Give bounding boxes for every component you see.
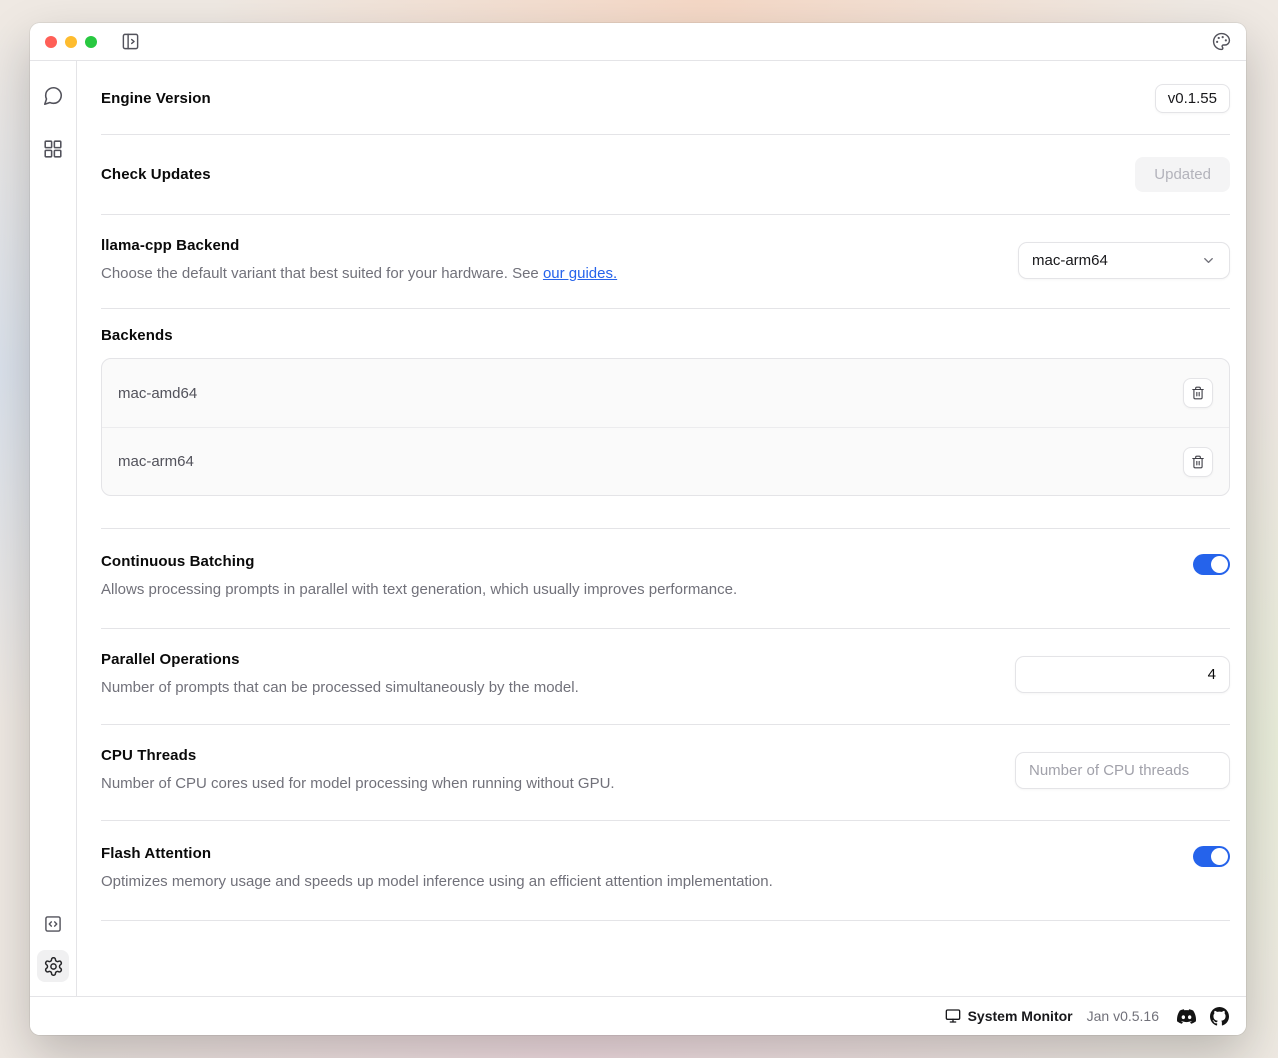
delete-backend-button[interactable]: [1183, 447, 1213, 477]
continuous-batching-toggle[interactable]: [1193, 554, 1230, 575]
system-monitor-button[interactable]: System Monitor: [945, 1008, 1073, 1024]
backends-section: Backends mac-amd64 mac-arm64: [101, 309, 1230, 529]
continuous-batching-row: Continuous Batching Allows processing pr…: [101, 529, 1230, 629]
zoom-window-button[interactable]: [85, 36, 97, 48]
sidebar: [30, 61, 77, 996]
settings-panel: Engine Version v0.1.55 Check Updates Upd…: [77, 61, 1246, 996]
flash-attention-label: Flash Attention: [101, 845, 1169, 862]
parallel-operations-description: Number of prompts that can be processed …: [101, 677, 991, 698]
trash-icon: [1191, 455, 1205, 469]
engine-version-label: Engine Version: [101, 90, 1131, 107]
footer: System Monitor Jan v0.5.16: [30, 996, 1246, 1035]
grid-icon: [42, 138, 64, 160]
trash-icon: [1191, 386, 1205, 400]
sidebar-bottom: [37, 908, 69, 982]
backend-list-item: mac-arm64: [102, 427, 1229, 495]
palette-icon[interactable]: [1212, 32, 1231, 51]
close-window-button[interactable]: [45, 36, 57, 48]
delete-backend-button[interactable]: [1183, 378, 1213, 408]
flash-attention-toggle[interactable]: [1193, 846, 1230, 867]
sidebar-top: [37, 80, 69, 165]
flash-attention-row: Flash Attention Optimizes memory usage a…: [101, 821, 1230, 921]
code-square-icon: [43, 914, 63, 934]
sidebar-item-local-api-server[interactable]: [37, 908, 69, 940]
backend-item-name: mac-arm64: [118, 453, 194, 470]
github-icon[interactable]: [1210, 1007, 1229, 1026]
backends-list: mac-amd64 mac-arm64: [101, 358, 1230, 496]
app-body: Engine Version v0.1.55 Check Updates Upd…: [30, 61, 1246, 996]
titlebar: [30, 23, 1246, 61]
system-monitor-label: System Monitor: [968, 1008, 1073, 1024]
continuous-batching-label: Continuous Batching: [101, 553, 1169, 570]
app-version: Jan v0.5.16: [1087, 1008, 1159, 1024]
backend-list-item: mac-amd64: [102, 359, 1229, 427]
sidebar-item-chat[interactable]: [37, 80, 69, 112]
backend-select-value: mac-arm64: [1032, 252, 1108, 269]
cpu-threads-input[interactable]: [1015, 752, 1230, 789]
backend-select[interactable]: mac-arm64: [1018, 242, 1230, 279]
panel-left-toggle-icon[interactable]: [121, 32, 140, 51]
sidebar-item-settings[interactable]: [37, 950, 69, 982]
cpu-threads-description: Number of CPU cores used for model proce…: [101, 773, 991, 794]
backend-item-name: mac-amd64: [118, 385, 197, 402]
minimize-window-button[interactable]: [65, 36, 77, 48]
llamacpp-backend-description-text: Choose the default variant that best sui…: [101, 265, 543, 282]
app-window: Engine Version v0.1.55 Check Updates Upd…: [30, 23, 1246, 1035]
our-guides-link[interactable]: our guides.: [543, 265, 617, 282]
traffic-lights: [45, 36, 97, 48]
parallel-operations-row: Parallel Operations Number of prompts th…: [101, 629, 1230, 725]
cpu-threads-row: CPU Threads Number of CPU cores used for…: [101, 725, 1230, 821]
llamacpp-backend-label: llama-cpp Backend: [101, 237, 994, 254]
engine-version-row: Engine Version v0.1.55: [101, 61, 1230, 135]
engine-version-badge: v0.1.55: [1155, 84, 1230, 113]
gear-icon: [43, 956, 64, 977]
updated-button[interactable]: Updated: [1135, 157, 1230, 192]
monitor-icon: [945, 1008, 961, 1024]
cpu-threads-label: CPU Threads: [101, 747, 991, 764]
check-updates-row: Check Updates Updated: [101, 135, 1230, 215]
toggle-knob: [1211, 556, 1228, 573]
sidebar-item-hub[interactable]: [37, 133, 69, 165]
chat-bubble-icon: [42, 85, 64, 107]
discord-icon[interactable]: [1177, 1007, 1196, 1026]
flash-attention-description: Optimizes memory usage and speeds up mod…: [101, 871, 1169, 892]
backends-label: Backends: [101, 327, 1230, 344]
parallel-operations-input[interactable]: [1015, 656, 1230, 693]
chevron-down-icon: [1201, 253, 1216, 268]
llamacpp-backend-row: llama-cpp Backend Choose the default var…: [101, 215, 1230, 309]
llamacpp-backend-description: Choose the default variant that best sui…: [101, 263, 994, 284]
continuous-batching-description: Allows processing prompts in parallel wi…: [101, 579, 1169, 600]
check-updates-label: Check Updates: [101, 166, 1111, 183]
toggle-knob: [1211, 848, 1228, 865]
parallel-operations-label: Parallel Operations: [101, 651, 991, 668]
